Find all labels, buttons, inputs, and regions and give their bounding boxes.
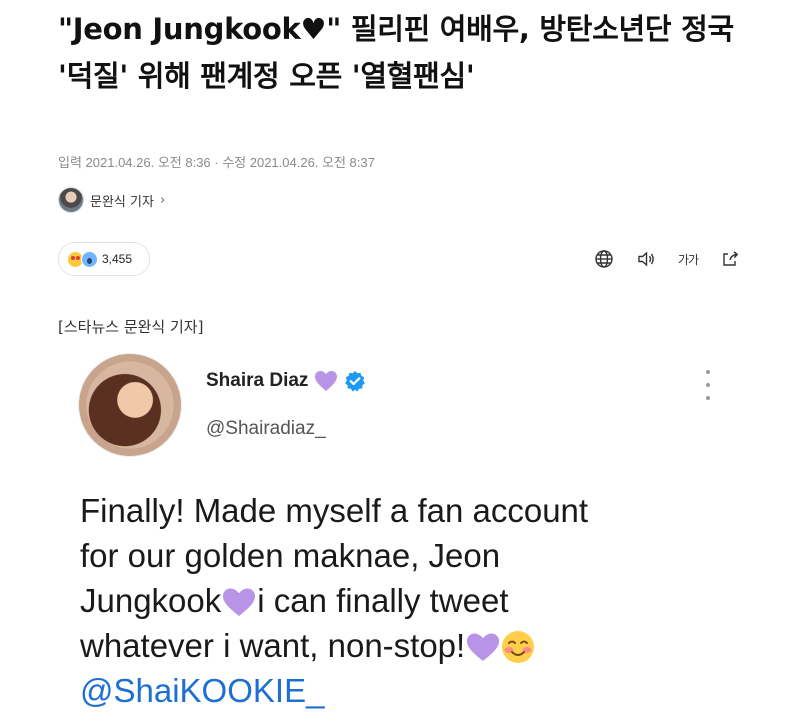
reaction-button[interactable]: 3,455 bbox=[58, 242, 150, 276]
tweet-text-fragment: Jungkook bbox=[80, 582, 222, 619]
tweet-screenshot: Shaira Diaz @Shairadiaz_ Finally! Made m… bbox=[58, 340, 748, 722]
tweet-line: Jungkook i can finally tweet bbox=[80, 578, 730, 623]
tweet-author-name: Shaira Diaz bbox=[206, 370, 309, 391]
purple-heart-emoji-icon bbox=[223, 588, 256, 616]
purple-heart-icon bbox=[315, 371, 338, 391]
font-size-icon[interactable]: 가가 bbox=[676, 248, 700, 270]
speaker-icon[interactable] bbox=[634, 248, 658, 270]
wow-emoji-icon bbox=[81, 250, 98, 268]
verified-badge-icon bbox=[345, 371, 366, 392]
chevron-right-icon: › bbox=[159, 192, 166, 208]
tweet-mention-link[interactable]: @ShaiKOOKIE_ bbox=[80, 668, 730, 713]
tweet-text-fragment: i can finally tweet bbox=[257, 582, 509, 619]
tweet-text-fragment: whatever i want, non-stop! bbox=[80, 627, 466, 664]
reporter-name: 문완식 기자 bbox=[90, 194, 154, 210]
more-options-icon[interactable] bbox=[704, 370, 712, 400]
reaction-count: 3,455 bbox=[102, 252, 133, 266]
reporter-avatar bbox=[58, 187, 84, 213]
article-title: "Jeon Jungkook♥" 필리핀 여배우, 방탄소년단 정국 '덕질' … bbox=[58, 12, 734, 93]
tweet-author-row: Shaira Diaz bbox=[206, 370, 366, 392]
article-timestamp: 입력 2021.04.26. 오전 8:36 · 수정 2021.04.26. … bbox=[58, 155, 375, 170]
globe-icon[interactable] bbox=[592, 248, 616, 270]
reporter-link[interactable]: 문완식 기자 › bbox=[58, 187, 165, 213]
purple-heart-emoji-icon bbox=[467, 633, 500, 661]
tweet-line: for our golden maknae, Jeon bbox=[80, 537, 501, 574]
photo-caption: [스타뉴스 문완식 기자] bbox=[58, 318, 204, 336]
article-toolbar: 가가 bbox=[592, 248, 742, 270]
share-icon[interactable] bbox=[718, 248, 742, 270]
tweet-author-avatar bbox=[78, 353, 182, 457]
smiling-blush-emoji-icon bbox=[502, 631, 535, 663]
tweet-line: whatever i want, non-stop! bbox=[80, 623, 730, 668]
tweet-author-handle: @Shairadiaz_ bbox=[206, 418, 326, 439]
tweet-text: Finally! Made myself a fan account for o… bbox=[80, 488, 730, 713]
tweet-line: Finally! Made myself a fan account bbox=[80, 492, 589, 529]
